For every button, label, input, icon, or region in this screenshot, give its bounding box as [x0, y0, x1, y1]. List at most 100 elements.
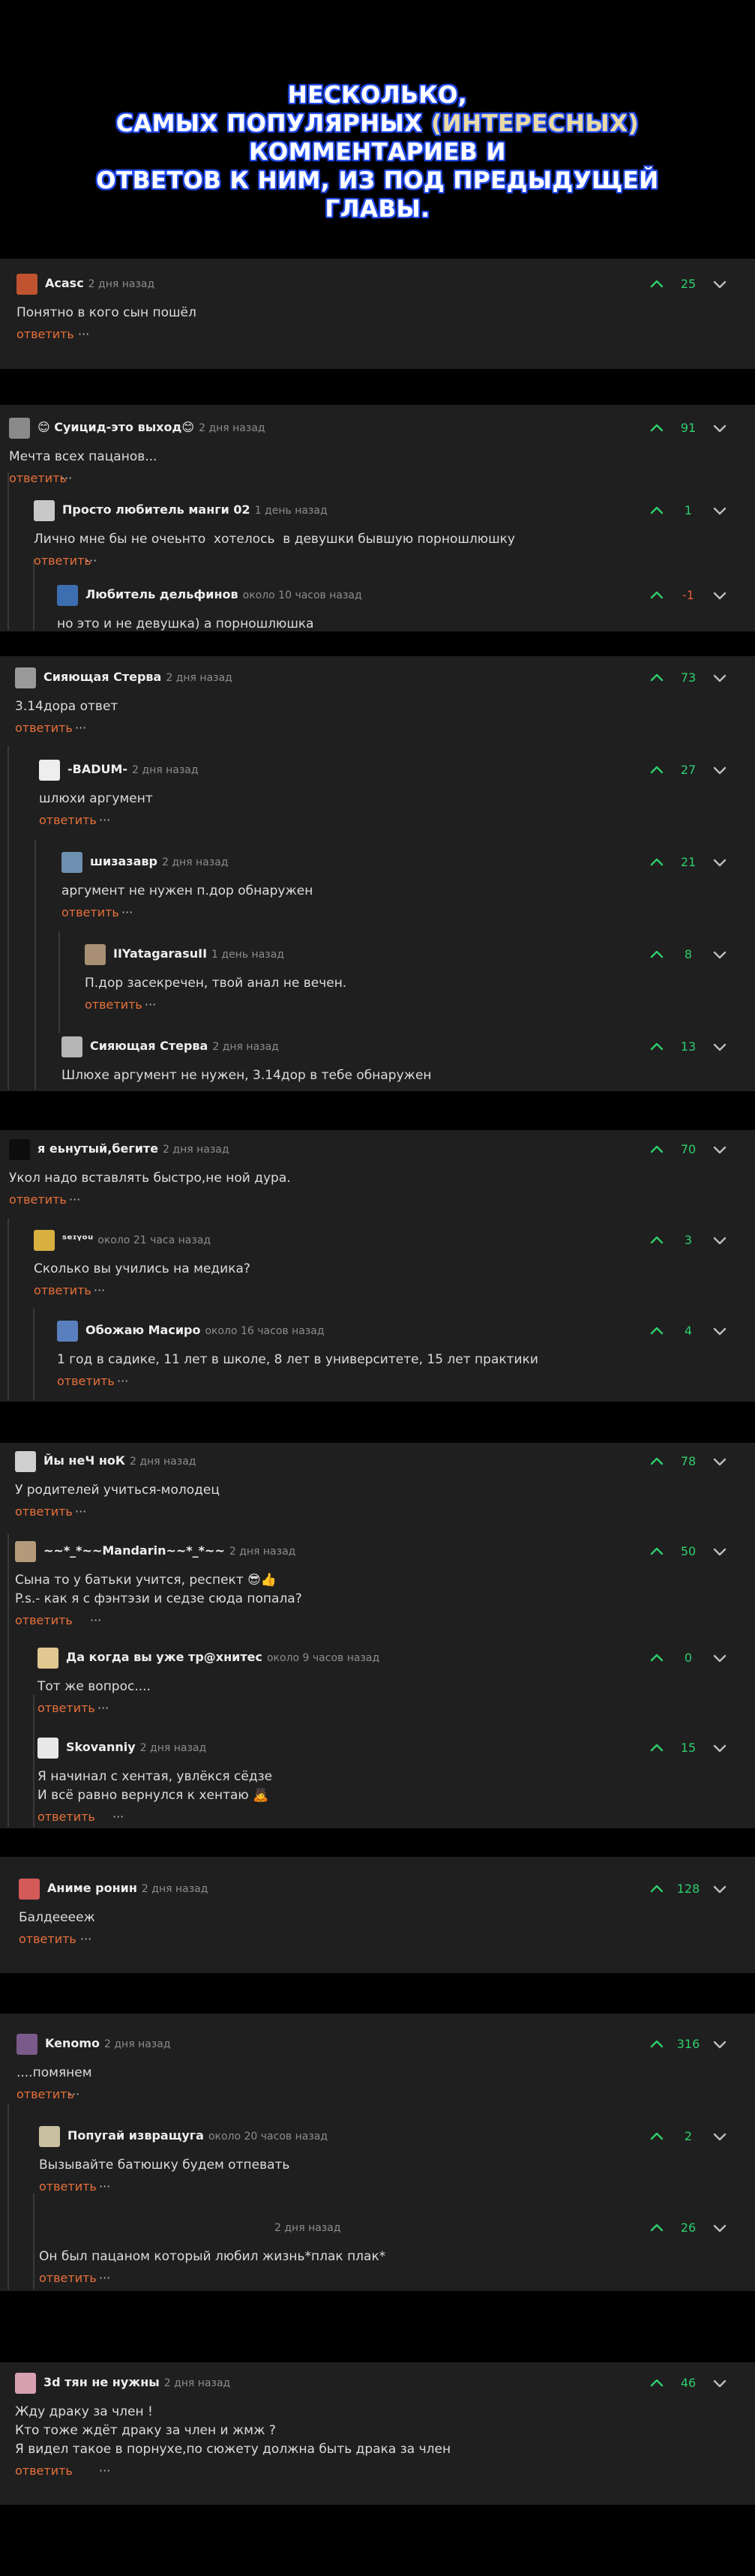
comment-author[interactable]: ˢᵉᶦᵞᵒᵘ около 21 часа назад [62, 1232, 211, 1246]
avatar[interactable] [39, 2126, 60, 2147]
reply-button[interactable]: ответить [19, 1932, 76, 1946]
downvote-icon[interactable] [712, 1453, 728, 1470]
avatar[interactable] [15, 1451, 36, 1472]
upvote-icon[interactable] [649, 2375, 665, 2392]
author-name[interactable]: я еьнутый,бегите [37, 1141, 158, 1156]
reply-button[interactable]: ответить [34, 1283, 91, 1297]
reply-button[interactable]: ответить [15, 721, 73, 735]
comment-author[interactable]: 2 дня назад [270, 2220, 341, 2234]
upvote-icon[interactable] [649, 276, 665, 292]
comment-author[interactable]: Сияющая Стерва 2 дня назад [43, 670, 232, 684]
comment-author[interactable]: ~~*_*~~Mandarin~~*_*~~ 2 дня назад [43, 1543, 295, 1558]
more-options-icon[interactable]: ··· [97, 1701, 109, 1715]
upvote-icon[interactable] [649, 1232, 665, 1249]
more-options-icon[interactable]: ··· [78, 327, 89, 341]
upvote-icon[interactable] [649, 1141, 665, 1158]
comment-author[interactable]: Обожаю Масиро около 16 часов назад [85, 1323, 325, 1337]
author-name[interactable]: 3d тян не нужны [43, 2375, 160, 2389]
avatar[interactable] [37, 1648, 58, 1669]
avatar[interactable] [57, 1321, 78, 1342]
comment-author[interactable]: -BADUM- 2 дня назад [67, 762, 199, 776]
more-options-icon[interactable]: ··· [117, 1374, 128, 1388]
author-name[interactable]: Любитель дельфинов [85, 587, 238, 601]
comment-author[interactable]: 😊 Суицид-это выход😊 2 дня назад [37, 420, 265, 434]
author-name[interactable]: шизазавр [90, 854, 157, 868]
upvote-icon[interactable] [649, 1453, 665, 1470]
reply-button[interactable]: ответить [34, 553, 91, 568]
comment-author[interactable]: шизазавр 2 дня назад [90, 854, 228, 868]
author-name[interactable]: Йы неЧ ноК [43, 1453, 125, 1468]
more-options-icon[interactable]: ··· [94, 1283, 105, 1297]
author-name[interactable]: ~~*_*~~Mandarin~~*_*~~ [43, 1543, 225, 1558]
author-name[interactable]: Попугай извращуга [67, 2128, 204, 2143]
comment-author[interactable]: Сияющая Стерва 2 дня назад [90, 1039, 279, 1053]
author-name[interactable]: Да когда вы уже тр@хнитес [66, 1650, 262, 1664]
avatar[interactable] [61, 852, 82, 873]
avatar[interactable] [19, 1879, 40, 1900]
avatar[interactable] [16, 2034, 37, 2055]
comment-author[interactable]: я еьнутый,бегите 2 дня назад [37, 1141, 229, 1156]
more-options-icon[interactable]: ··· [99, 2179, 110, 2194]
avatar[interactable] [9, 418, 30, 439]
author-name[interactable]: Обожаю Масиро [85, 1323, 200, 1337]
upvote-icon[interactable] [649, 2220, 665, 2236]
reply-button[interactable]: ответить [16, 327, 74, 341]
upvote-icon[interactable] [649, 1650, 665, 1666]
upvote-icon[interactable] [649, 1323, 665, 1339]
downvote-icon[interactable] [712, 420, 728, 436]
comment-author[interactable]: Да когда вы уже тр@хнитес около 9 часов н… [66, 1650, 379, 1664]
comment-author[interactable]: Skovanniy 2 дня назад [66, 1740, 206, 1754]
upvote-icon[interactable] [649, 1881, 665, 1897]
upvote-icon[interactable] [649, 1543, 665, 1560]
downvote-icon[interactable] [712, 276, 728, 292]
upvote-icon[interactable] [649, 946, 665, 963]
comment-author[interactable]: Kenomo 2 дня назад [45, 2036, 171, 2050]
more-options-icon[interactable]: ··· [75, 721, 86, 735]
author-name[interactable]: ˢᵉᶦᵞᵒᵘ [62, 1232, 93, 1246]
more-options-icon[interactable]: ··· [99, 2271, 110, 2285]
author-name[interactable]: 😊 Суицид-это выход😊 [37, 420, 194, 434]
reply-button[interactable]: ответить [15, 1504, 73, 1519]
avatar[interactable] [34, 1230, 55, 1251]
downvote-icon[interactable] [712, 2128, 728, 2145]
more-options-icon[interactable]: ··· [69, 1192, 80, 1207]
reply-button[interactable]: ответить [15, 2464, 73, 2478]
downvote-icon[interactable] [712, 1740, 728, 1756]
reply-button[interactable]: ответить [85, 997, 142, 1012]
more-options-icon[interactable]: ··· [80, 1932, 91, 1946]
downvote-icon[interactable] [712, 587, 728, 604]
avatar[interactable] [15, 1541, 36, 1562]
avatar[interactable] [39, 760, 60, 781]
downvote-icon[interactable] [712, 1141, 728, 1158]
comment-author[interactable]: Любитель дельфинов около 10 часов назад [85, 587, 362, 601]
author-name[interactable]: Acasc [45, 276, 84, 290]
more-options-icon[interactable]: ··· [75, 1504, 86, 1519]
reply-button[interactable]: ответить [9, 471, 67, 485]
downvote-icon[interactable] [712, 1323, 728, 1339]
downvote-icon[interactable] [712, 1543, 728, 1560]
author-name[interactable]: IIYatagarasuII [113, 946, 207, 961]
author-name[interactable]: Просто любитель манги 02 [62, 502, 250, 517]
reply-button[interactable]: ответить [16, 2087, 74, 2101]
downvote-icon[interactable] [712, 2375, 728, 2392]
comment-author[interactable]: IIYatagarasuII 1 день назад [113, 946, 284, 961]
upvote-icon[interactable] [649, 420, 665, 436]
downvote-icon[interactable] [712, 1039, 728, 1055]
upvote-icon[interactable] [649, 762, 665, 778]
downvote-icon[interactable] [712, 670, 728, 686]
author-name[interactable]: Сияющая Стерва [90, 1039, 208, 1053]
more-options-icon[interactable]: ··· [121, 905, 133, 919]
avatar[interactable] [61, 1036, 82, 1057]
avatar[interactable] [85, 944, 106, 965]
reply-button[interactable]: ответить [37, 1701, 95, 1715]
more-options-icon[interactable]: ··· [99, 813, 110, 827]
comment-author[interactable]: 3d тян не нужны 2 дня назад [43, 2375, 230, 2389]
author-name[interactable]: Kenomo [45, 2036, 100, 2050]
downvote-icon[interactable] [712, 946, 728, 963]
downvote-icon[interactable] [712, 762, 728, 778]
more-options-icon[interactable]: ··· [85, 553, 97, 568]
comment-author[interactable]: Просто любитель манги 02 1 день назад [62, 502, 328, 517]
upvote-icon[interactable] [649, 1740, 665, 1756]
upvote-icon[interactable] [649, 670, 665, 686]
upvote-icon[interactable] [649, 2036, 665, 2053]
